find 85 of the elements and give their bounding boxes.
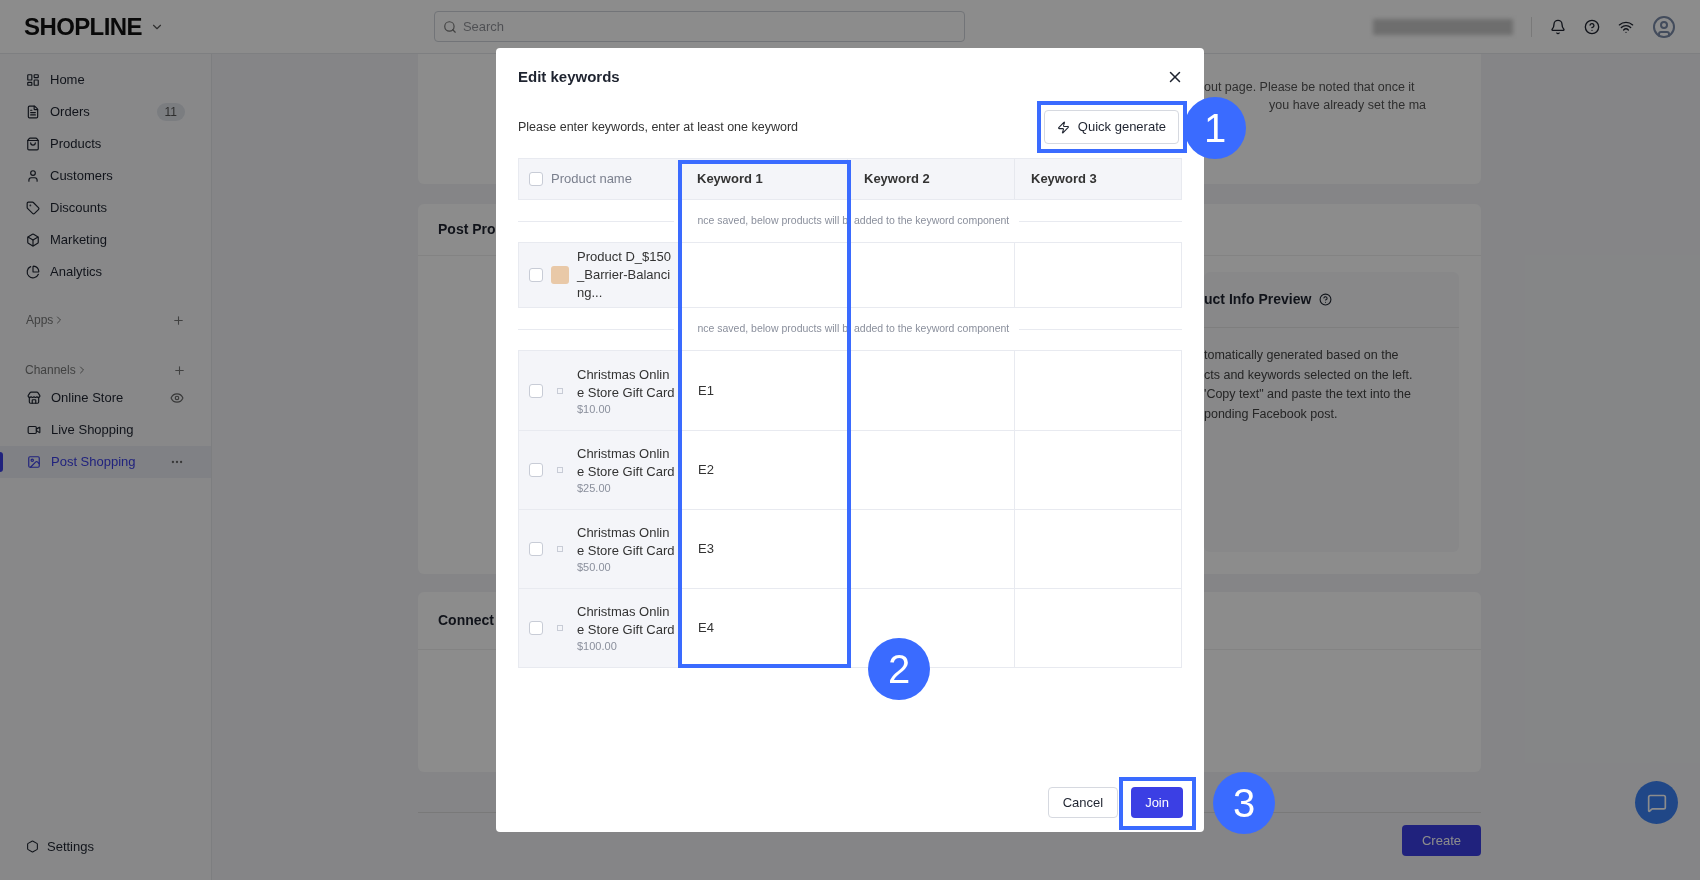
checkbox[interactable] <box>529 172 543 186</box>
product-name: Christmas Online Store Gift Card <box>577 365 675 402</box>
join-button[interactable]: Join <box>1131 787 1183 818</box>
sidebar-item[interactable]: Post Shopping <box>0 446 211 478</box>
sidebar-item[interactable]: Customers <box>0 160 211 192</box>
person-icon <box>26 169 40 183</box>
sidebar-item[interactable]: Live Shopping <box>0 414 211 446</box>
checkbox[interactable] <box>529 383 543 398</box>
sidebar-item[interactable]: Home <box>0 64 211 96</box>
dashboard-icon <box>26 73 40 87</box>
notice-text: you have already set the ma <box>1268 97 1427 114</box>
logo: SHOPLINE <box>24 11 142 42</box>
group-note: added to the keyword component <box>854 321 1010 337</box>
count-badge: 11 <box>156 103 185 121</box>
keyword-text[interactable]: E1 <box>698 380 714 401</box>
sidebar-item[interactable]: Online Store <box>0 382 211 414</box>
document-icon <box>26 105 40 119</box>
product-price: $50.00 <box>577 560 612 574</box>
notice-text: out page. Please be noted that once it <box>1204 79 1416 96</box>
checkbox[interactable] <box>529 463 543 477</box>
panel-title: uct Info Preview <box>1204 290 1312 309</box>
step-number-badge: 3 <box>1213 772 1275 834</box>
bell-icon[interactable] <box>1550 18 1566 35</box>
product-price: $25.00 <box>577 481 612 495</box>
help-icon[interactable] <box>1584 18 1600 35</box>
keyword-text[interactable]: E4 <box>698 618 714 638</box>
image-placeholder-icon <box>557 546 563 552</box>
picture-icon <box>27 455 41 469</box>
sidebar-item[interactable]: Analytics <box>0 256 211 288</box>
quick-generate-button[interactable]: Quick generate <box>1043 110 1179 144</box>
product-name: Christmas Online Store Gift Card <box>577 524 675 560</box>
image-placeholder-icon <box>557 467 563 473</box>
section-label[interactable]: Apps <box>26 311 54 329</box>
product-name: Christmas Online Store Gift Card <box>577 603 675 639</box>
preview-text: cts and keywords selected on the left. <box>1204 366 1414 384</box>
settings-link[interactable]: Settings <box>47 836 94 856</box>
group-note: added to the keyword component <box>854 213 1010 229</box>
plus-icon[interactable] <box>172 313 185 327</box>
preview-text: tomatically generated based on the <box>1204 347 1400 364</box>
column-header: Keyword 3 <box>1031 170 1097 189</box>
product-photo-placeholder <box>551 266 569 284</box>
create-button[interactable]: Create <box>1401 825 1481 856</box>
sidebar-item[interactable]: Discounts <box>0 192 211 224</box>
preview-text: ponding Facebook post. <box>1204 405 1339 423</box>
tag-icon <box>26 201 40 215</box>
column-header: Keyword 2 <box>864 170 930 189</box>
checkbox[interactable] <box>529 621 543 635</box>
column-header: Keyword 1 <box>697 170 763 189</box>
eye-icon[interactable] <box>170 391 184 405</box>
product-price: $100.00 <box>577 639 618 653</box>
section-title: Post Pro <box>438 220 496 239</box>
cancel-button[interactable]: Cancel <box>1047 787 1119 818</box>
chat-button[interactable] <box>1635 781 1678 824</box>
search-field[interactable]: Search <box>433 11 965 42</box>
search-input[interactable]: Search <box>462 16 956 37</box>
lightning-icon <box>1056 120 1070 134</box>
sidebar-item[interactable]: Products <box>0 128 211 160</box>
chat-icon <box>1646 792 1667 813</box>
checkbox[interactable] <box>529 542 543 556</box>
help-icon[interactable] <box>1319 293 1333 306</box>
settings-icon[interactable] <box>26 839 39 853</box>
keyword-text[interactable]: E3 <box>698 539 714 559</box>
cube-icon <box>26 233 40 247</box>
store-icon <box>27 391 41 405</box>
dialog-title: Edit keywords <box>518 66 620 87</box>
image-placeholder-icon <box>557 387 563 394</box>
section-title: Connect <box>438 611 494 630</box>
avatar-icon[interactable] <box>1652 14 1676 39</box>
product-name: Christmas Online Store Gift Card <box>577 445 675 481</box>
column-header: Product name <box>551 170 632 189</box>
preview-text: 'Copy text" and paste the text into the <box>1204 386 1412 403</box>
bag-icon <box>26 137 40 151</box>
video-camera-icon <box>27 423 41 437</box>
section-label[interactable]: Channels <box>25 361 76 379</box>
image-placeholder-icon <box>557 625 563 631</box>
pie-chart-icon <box>26 265 40 279</box>
product-name: Product D_$150_Barrier-Balancing... <box>577 248 672 302</box>
checkbox[interactable] <box>529 268 543 282</box>
sidebar-item[interactable]: Orders 11 <box>0 96 211 128</box>
sidebar-item[interactable]: Marketing <box>0 224 211 256</box>
search-icon <box>442 19 457 34</box>
product-price: $10.00 <box>577 401 612 416</box>
keyword-text[interactable]: E2 <box>698 460 714 480</box>
instruction-text: Please enter keywords, enter at least one keyword <box>518 118 798 136</box>
plus-icon[interactable] <box>173 363 186 377</box>
